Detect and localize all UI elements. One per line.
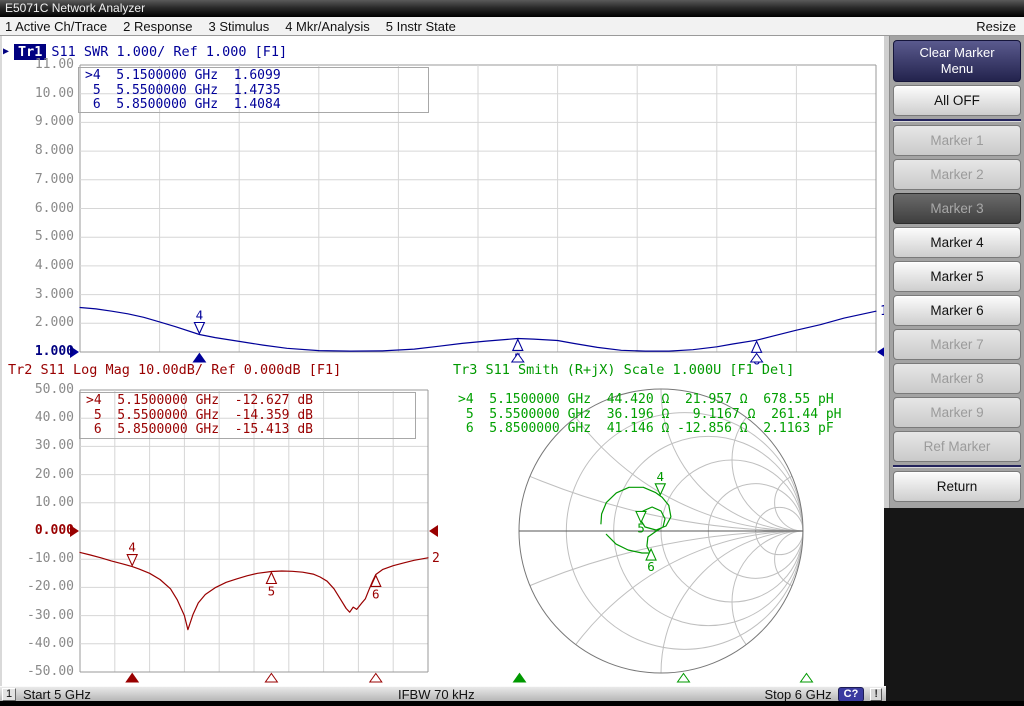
graph-area — [0, 36, 884, 686]
tr2-ytick: 0.000 — [0, 523, 74, 538]
menu-item-4-mkr-analysis[interactable]: 4 Mkr/Analysis — [285, 19, 370, 34]
tr1-marker-row: >4 5.1500000 GHz 1.6099 — [85, 69, 428, 84]
trace2-title: Tr2 S11 Log Mag 10.00dB/ Ref 0.000dB [F1… — [8, 362, 341, 378]
trace3-title: Tr3 S11 Smith (R+jX) Scale 1.000U [F1 De… — [453, 362, 794, 378]
resize-menu-item[interactable]: Resize — [976, 19, 1016, 34]
stop-frequency-label: Stop 6 GHz — [764, 687, 831, 702]
trace2-marker-readout: >4 5.1500000 GHz -12.627 dB 5 5.5500000 … — [79, 392, 416, 439]
tr2-ytick: 10.00 — [0, 495, 74, 510]
tr2-marker-row: 6 5.8500000 GHz -15.413 dB — [86, 423, 415, 438]
tr2-ytick: 50.00 — [0, 382, 74, 397]
tr1-ytick: 3.000 — [0, 287, 74, 302]
tr1-ytick: 5.000 — [0, 229, 74, 244]
tr2-marker-row: >4 5.1500000 GHz -12.627 dB — [86, 394, 415, 409]
tr2-ytick: 40.00 — [0, 410, 74, 425]
tr1-marker-row: 6 5.8500000 GHz 1.4084 — [85, 98, 428, 113]
menu-item-5-instr-state[interactable]: 5 Instr State — [386, 19, 456, 34]
tr1-ytick: 7.000 — [0, 172, 74, 187]
softkey-divider — [893, 119, 1021, 122]
tr3-marker-row: 5 5.5500000 GHz 36.196 Ω 9.1167 Ω 261.44… — [458, 408, 882, 423]
menu-bar: 1 Active Ch/Trace 2 Response 3 Stimulus 4 M… — [0, 17, 1024, 36]
tr1-ytick: 4.000 — [0, 258, 74, 273]
tr1-marker-row: 5 5.5500000 GHz 1.4735 — [85, 84, 428, 99]
alert-indicator: ! — [870, 688, 882, 701]
tr2-ytick: -40.00 — [0, 636, 74, 651]
tr1-ytick: 9.000 — [0, 114, 74, 129]
softkey-marker-7: Marker 7 — [893, 329, 1021, 360]
ifbw-label: IFBW 70 kHz — [398, 687, 475, 702]
tr1-ytick: 1.000 — [0, 344, 74, 359]
title-bar[interactable]: E5071C Network Analyzer — [0, 0, 1024, 17]
tr1-ytick: 2.000 — [0, 315, 74, 330]
tr3-marker-row: 6 5.8500000 GHz 41.146 Ω -12.856 Ω 2.116… — [458, 422, 882, 437]
menu-item-2-response[interactable]: 2 Response — [123, 19, 192, 34]
softkey-divider — [893, 465, 1021, 468]
softkey-panel-empty — [884, 508, 1024, 706]
tr2-marker-row: 5 5.5500000 GHz -14.359 dB — [86, 409, 415, 424]
tr3-marker-row: >4 5.1500000 GHz 44.420 Ω 21.957 Ω 678.5… — [458, 393, 882, 408]
tr2-ytick: -10.00 — [0, 551, 74, 566]
softkey-marker-5[interactable]: Marker 5 — [893, 261, 1021, 292]
menu-item-1-active-ch-trace[interactable]: 1 Active Ch/Trace — [5, 19, 107, 34]
trace1-format-text: S11 SWR 1.000/ Ref 1.000 [F1] — [51, 44, 287, 60]
trace3-marker-readout: >4 5.1500000 GHz 44.420 Ω 21.957 Ω 678.5… — [458, 392, 882, 439]
softkey-marker-3[interactable]: Marker 3 — [893, 193, 1021, 224]
tr2-ytick: 30.00 — [0, 438, 74, 453]
bottom-strip — [0, 701, 1024, 706]
tr1-ytick: 6.000 — [0, 201, 74, 216]
tr1-ytick: 10.00 — [0, 86, 74, 101]
softkey-scroll-rail[interactable] — [884, 36, 890, 508]
tr2-ytick: -20.00 — [0, 579, 74, 594]
softkey-marker-1: Marker 1 — [893, 125, 1021, 156]
softkey-return[interactable]: Return — [893, 471, 1021, 502]
tr2-ytick: -30.00 — [0, 608, 74, 623]
softkey-menu-header: Clear Marker Menu — [893, 40, 1021, 82]
channel-number-badge: 1 — [2, 688, 16, 701]
start-frequency-label: Start 5 GHz — [23, 687, 91, 702]
menu-item-3-stimulus[interactable]: 3 Stimulus — [209, 19, 270, 34]
softkey-marker-2: Marker 2 — [893, 159, 1021, 190]
calibration-status-badge: C? — [838, 687, 865, 702]
tr1-ytick: 8.000 — [0, 143, 74, 158]
softkey-all-off[interactable]: All OFF — [893, 85, 1021, 116]
tr2-ytick: -50.00 — [0, 664, 74, 679]
tr1-ytick: 11.00 — [0, 57, 74, 72]
softkey-ref-marker: Ref Marker — [893, 431, 1021, 462]
trace1-marker-readout: >4 5.1500000 GHz 1.6099 5 5.5500000 GHz … — [78, 67, 429, 113]
softkey-marker-6[interactable]: Marker 6 — [893, 295, 1021, 326]
softkey-marker-4[interactable]: Marker 4 — [893, 227, 1021, 258]
instrument-window: E5071C Network Analyzer 1 Active Ch/Trac… — [0, 0, 1024, 706]
tr2-ytick: 20.00 — [0, 467, 74, 482]
softkey-marker-9: Marker 9 — [893, 397, 1021, 428]
softkey-panel: Clear Marker Menu All OFFMarker 1Marker … — [884, 36, 1024, 706]
status-bar: 1 Start 5 GHz IFBW 70 kHz Stop 6 GHz C? … — [0, 686, 886, 701]
softkey-marker-8: Marker 8 — [893, 363, 1021, 394]
